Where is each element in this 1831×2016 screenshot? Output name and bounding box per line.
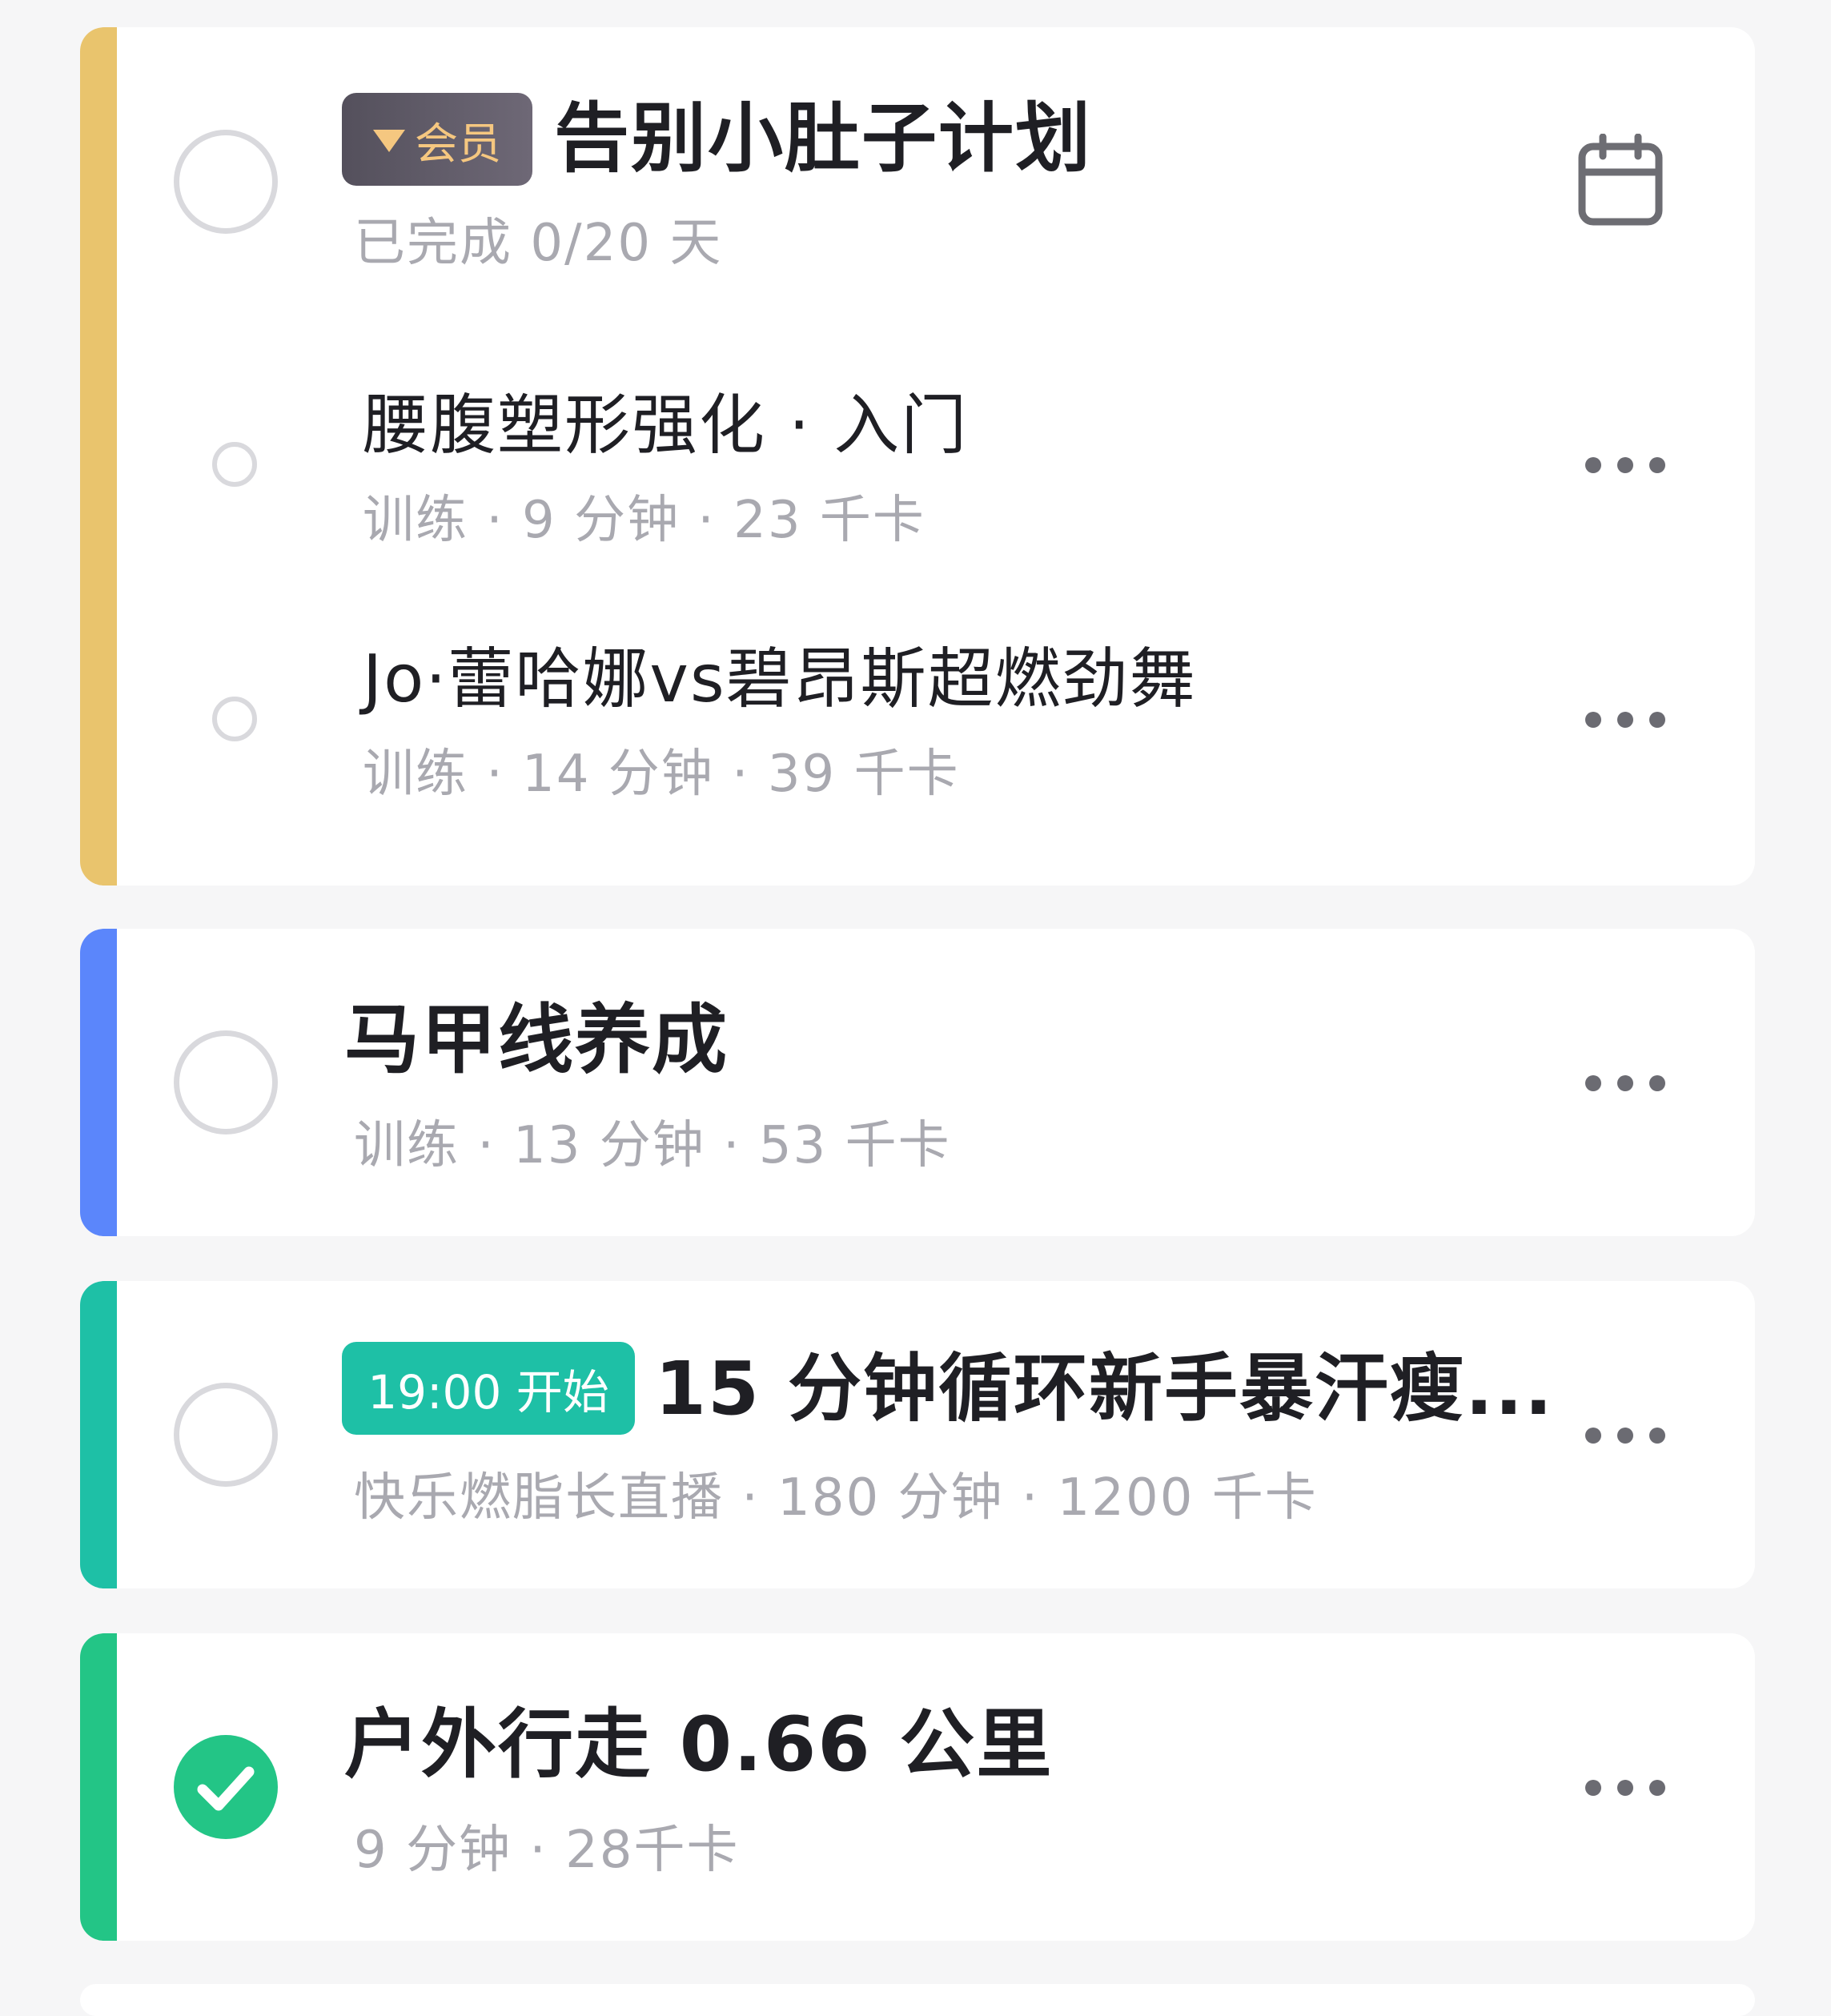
plan-title[interactable]: 告别小肚子计划 xyxy=(554,95,1092,183)
plan-item-title[interactable]: 腰腹塑形强化 · 入门 xyxy=(363,388,968,464)
plan-item-meta: 训练 · 9 分钟 · 23 千卡 xyxy=(363,491,926,550)
plan-item-title[interactable]: Jo·蕾哈娜vs碧昂斯超燃劲舞 xyxy=(363,641,1197,718)
task-card[interactable]: 户外行走 0.66 公里 9 分钟 · 28千卡 xyxy=(80,1633,1755,1941)
task-meta: 9 分钟 · 28千卡 xyxy=(354,1821,740,1880)
task-title[interactable]: 15 分钟循环新手暴汗瘦... xyxy=(655,1345,1554,1433)
more-icon[interactable] xyxy=(1585,456,1665,474)
task-complete-checkbox[interactable] xyxy=(174,1383,278,1487)
member-triangle-icon xyxy=(373,130,405,152)
plan-progress: 已完成 0/20 天 xyxy=(354,214,723,273)
calendar-icon[interactable] xyxy=(1577,134,1664,227)
task-card[interactable]: 马甲线养成 训练 · 13 分钟 · 53 千卡 xyxy=(80,929,1755,1236)
start-time-badge: 19:00 开始 xyxy=(342,1342,635,1435)
plan-item-meta: 训练 · 14 分钟 · 39 千卡 xyxy=(363,745,960,804)
plan-complete-checkbox[interactable] xyxy=(174,130,278,234)
plan-color-strip xyxy=(80,27,117,886)
task-card[interactable]: 19:00 开始 15 分钟循环新手暴汗瘦... 快乐燃脂长直播 · 180 分… xyxy=(80,1281,1755,1588)
task-color-strip xyxy=(80,1281,117,1588)
more-icon[interactable] xyxy=(1585,1779,1665,1797)
more-icon[interactable] xyxy=(1585,1427,1665,1444)
more-icon[interactable] xyxy=(1585,711,1665,729)
task-title[interactable]: 马甲线养成 xyxy=(344,997,729,1085)
task-complete-checkbox[interactable] xyxy=(174,1030,278,1135)
task-meta: 快乐燃脂长直播 · 180 分钟 · 1200 千卡 xyxy=(354,1468,1318,1528)
task-complete-checkbox[interactable] xyxy=(174,1735,278,1839)
member-badge: 会员 xyxy=(342,93,532,186)
task-color-strip xyxy=(80,929,117,1236)
plan-item-checkbox[interactable] xyxy=(212,442,257,487)
task-color-strip xyxy=(80,1633,117,1941)
next-card-edge xyxy=(80,1984,1755,2016)
member-badge-label: 会员 xyxy=(415,118,501,169)
check-icon xyxy=(197,1766,255,1811)
plan-item-checkbox[interactable] xyxy=(212,697,257,741)
task-title[interactable]: 户外行走 0.66 公里 xyxy=(344,1701,1053,1789)
plan-card[interactable]: 会员 告别小肚子计划 已完成 0/20 天 腰腹塑形强化 · 入门 训练 · 9… xyxy=(80,27,1755,886)
task-meta: 训练 · 13 分钟 · 53 千卡 xyxy=(354,1116,951,1175)
more-icon[interactable] xyxy=(1585,1074,1665,1092)
